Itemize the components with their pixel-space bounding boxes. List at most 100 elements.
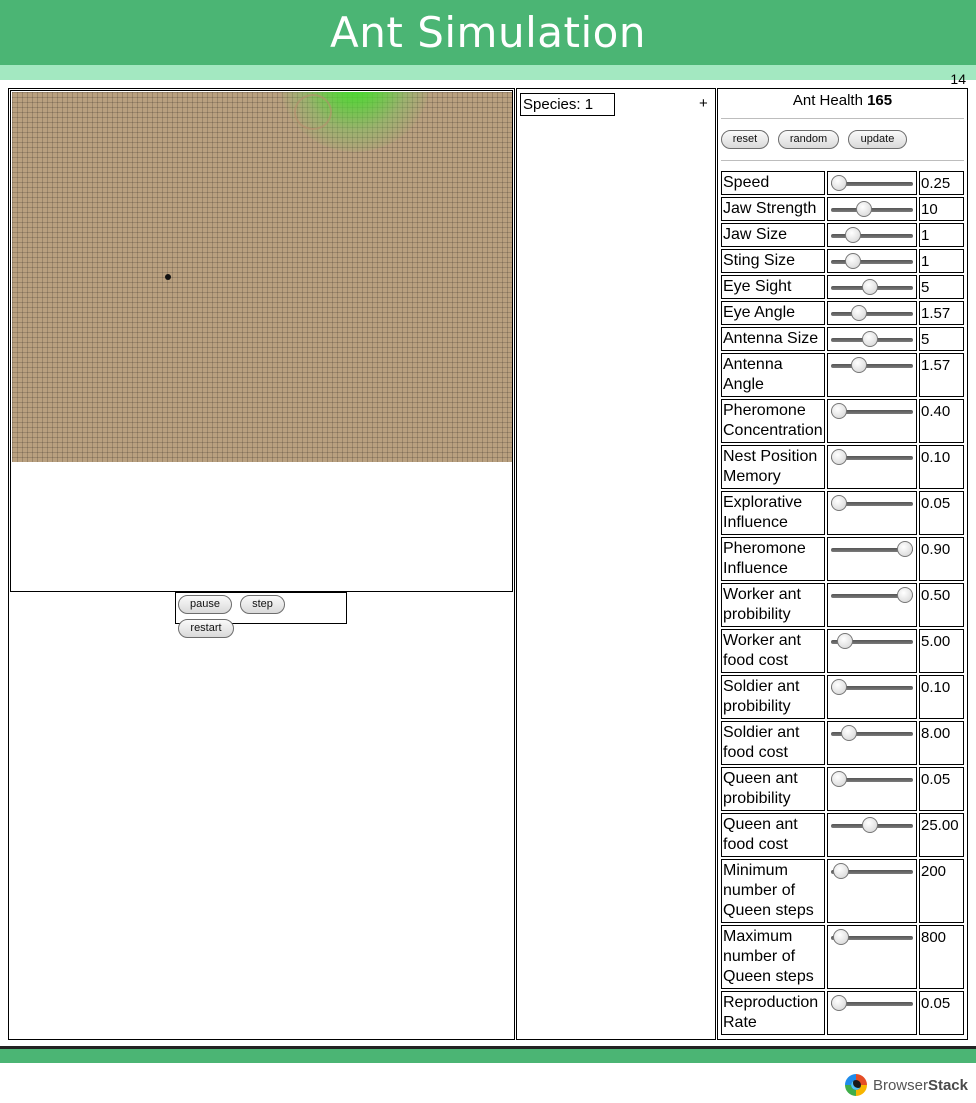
slider-thumb[interactable] bbox=[862, 817, 878, 833]
slider-thumb[interactable] bbox=[831, 995, 847, 1011]
page-title: Ant Simulation bbox=[330, 8, 646, 57]
param-slider[interactable] bbox=[827, 445, 917, 489]
param-slider[interactable] bbox=[827, 537, 917, 581]
update-button[interactable]: update bbox=[848, 130, 907, 149]
param-label: Worker ant probibility bbox=[721, 583, 825, 627]
param-slider[interactable] bbox=[827, 171, 917, 195]
param-slider[interactable] bbox=[827, 583, 917, 627]
param-value[interactable]: 0.05 bbox=[919, 767, 964, 811]
param-value[interactable]: 1 bbox=[919, 223, 964, 247]
param-slider[interactable] bbox=[827, 813, 917, 857]
slider-thumb[interactable] bbox=[851, 357, 867, 373]
param-value[interactable]: 0.05 bbox=[919, 991, 964, 1035]
param-label: Jaw Strength bbox=[721, 197, 825, 221]
slider-thumb[interactable] bbox=[845, 253, 861, 269]
param-slider[interactable] bbox=[827, 859, 917, 923]
param-value[interactable]: 25.00 bbox=[919, 813, 964, 857]
param-value[interactable]: 1 bbox=[919, 249, 964, 273]
slider-thumb[interactable] bbox=[833, 863, 849, 879]
param-value[interactable]: 0.40 bbox=[919, 399, 964, 443]
param-value[interactable]: 200 bbox=[919, 859, 964, 923]
param-label: Nest Position Memory bbox=[721, 445, 825, 489]
random-button[interactable]: random bbox=[778, 130, 839, 149]
param-value[interactable]: 0.10 bbox=[919, 675, 964, 719]
step-counter: 14 bbox=[950, 71, 966, 87]
pause-button[interactable]: pause bbox=[178, 595, 232, 614]
param-slider[interactable] bbox=[827, 991, 917, 1035]
slider-thumb[interactable] bbox=[845, 227, 861, 243]
param-label: Worker ant food cost bbox=[721, 629, 825, 673]
slider-thumb[interactable] bbox=[831, 175, 847, 191]
ant-health: Ant Health 165 bbox=[717, 92, 968, 109]
slider-thumb[interactable] bbox=[897, 541, 913, 557]
slider-thumb[interactable] bbox=[862, 279, 878, 295]
param-value[interactable]: 800 bbox=[919, 925, 964, 989]
divider bbox=[721, 160, 964, 161]
slider-thumb[interactable] bbox=[831, 771, 847, 787]
slider-track[interactable] bbox=[831, 208, 913, 212]
slider-thumb[interactable] bbox=[833, 929, 849, 945]
step-button[interactable]: step bbox=[240, 595, 285, 614]
param-slider[interactable] bbox=[827, 721, 917, 765]
slider-track[interactable] bbox=[831, 234, 913, 238]
param-slider[interactable] bbox=[827, 925, 917, 989]
slider-thumb[interactable] bbox=[862, 331, 878, 347]
slider-thumb[interactable] bbox=[841, 725, 857, 741]
slider-track[interactable] bbox=[831, 364, 913, 368]
slider-thumb[interactable] bbox=[831, 403, 847, 419]
param-value[interactable]: 1.57 bbox=[919, 353, 964, 397]
param-value[interactable]: 0.90 bbox=[919, 537, 964, 581]
param-value[interactable]: 5 bbox=[919, 275, 964, 299]
slider-track[interactable] bbox=[831, 260, 913, 264]
simulation-canvas[interactable] bbox=[10, 90, 513, 592]
slider-thumb[interactable] bbox=[856, 201, 872, 217]
param-value[interactable]: 5.00 bbox=[919, 629, 964, 673]
slider-thumb[interactable] bbox=[831, 495, 847, 511]
reset-button[interactable]: reset bbox=[721, 130, 769, 149]
slider-thumb[interactable] bbox=[831, 449, 847, 465]
param-slider[interactable] bbox=[827, 629, 917, 673]
header-subbar bbox=[0, 65, 976, 80]
param-slider[interactable] bbox=[827, 767, 917, 811]
ant-health-value: 165 bbox=[867, 92, 893, 109]
slider-thumb[interactable] bbox=[837, 633, 853, 649]
add-species-button[interactable]: + bbox=[699, 95, 708, 112]
species-selector[interactable]: Species: 1 bbox=[520, 93, 615, 116]
param-label: Antenna Size bbox=[721, 327, 825, 351]
ant bbox=[165, 274, 171, 280]
param-slider[interactable] bbox=[827, 399, 917, 443]
param-value[interactable]: 1.57 bbox=[919, 301, 964, 325]
param-label: Soldier ant probibility bbox=[721, 675, 825, 719]
param-slider[interactable] bbox=[827, 675, 917, 719]
param-label: Eye Sight bbox=[721, 275, 825, 299]
slider-thumb[interactable] bbox=[831, 679, 847, 695]
slider-track[interactable] bbox=[831, 312, 913, 316]
nest-marker bbox=[294, 94, 332, 130]
param-label: Minimum number of Queen steps bbox=[721, 859, 825, 923]
param-value[interactable]: 0.50 bbox=[919, 583, 964, 627]
slider-thumb[interactable] bbox=[851, 305, 867, 321]
param-value[interactable]: 0.05 bbox=[919, 491, 964, 535]
slider-thumb[interactable] bbox=[897, 587, 913, 603]
param-label: Antenna Angle bbox=[721, 353, 825, 397]
param-value[interactable]: 5 bbox=[919, 327, 964, 351]
param-label: Queen ant food cost bbox=[721, 813, 825, 857]
param-value[interactable]: 0.10 bbox=[919, 445, 964, 489]
param-slider[interactable] bbox=[827, 491, 917, 535]
param-slider[interactable] bbox=[827, 353, 917, 397]
param-label: Speed bbox=[721, 171, 825, 195]
param-label: Soldier ant food cost bbox=[721, 721, 825, 765]
param-slider[interactable] bbox=[827, 327, 917, 351]
restart-button[interactable]: restart bbox=[178, 619, 234, 638]
param-slider[interactable] bbox=[827, 197, 917, 221]
param-slider[interactable] bbox=[827, 249, 917, 273]
divider bbox=[721, 118, 964, 119]
footer-bar bbox=[0, 1049, 976, 1063]
param-value[interactable]: 8.00 bbox=[919, 721, 964, 765]
param-value[interactable]: 0.25 bbox=[919, 171, 964, 195]
app-header: Ant Simulation bbox=[0, 0, 976, 65]
param-slider[interactable] bbox=[827, 223, 917, 247]
param-slider[interactable] bbox=[827, 301, 917, 325]
param-value[interactable]: 10 bbox=[919, 197, 964, 221]
param-slider[interactable] bbox=[827, 275, 917, 299]
